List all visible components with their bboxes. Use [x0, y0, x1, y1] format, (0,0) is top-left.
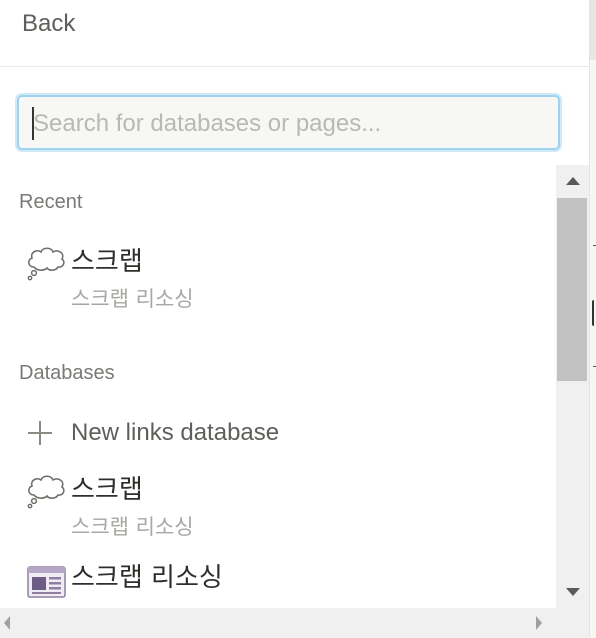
- scroll-right-arrow-icon[interactable]: [536, 616, 542, 630]
- back-button[interactable]: Back: [22, 10, 75, 38]
- scroll-left-arrow-icon[interactable]: [4, 616, 10, 630]
- section-title-databases: Databases: [19, 362, 115, 384]
- results-list: Recent 스크랩 스크랩 리소싱 Databases New links d…: [0, 165, 556, 608]
- item-title: 스크랩 리소싱: [71, 563, 223, 593]
- background-app-edge: [589, 0, 596, 638]
- database-item[interactable]: 스크랩 스크랩 리소싱: [0, 465, 556, 545]
- background-edge-block: [590, 0, 596, 60]
- popup-header: Back: [0, 0, 589, 67]
- recent-item[interactable]: 스크랩 스크랩 리소싱: [0, 237, 556, 317]
- vertical-scrollbar[interactable]: [556, 165, 589, 608]
- item-title: 스크랩: [71, 247, 143, 277]
- new-links-database-button[interactable]: New links database: [0, 413, 556, 453]
- section-title-recent: Recent: [19, 191, 83, 213]
- scroll-up-arrow-icon[interactable]: [566, 177, 580, 185]
- database-item[interactable]: 스크랩 리소싱: [0, 555, 556, 605]
- item-subtitle: 스크랩 리소싱: [71, 287, 194, 311]
- scroll-down-arrow-icon[interactable]: [566, 588, 580, 596]
- plus-icon: [28, 421, 52, 445]
- thought-bubble-icon: [27, 247, 65, 281]
- search-input[interactable]: [31, 104, 550, 144]
- item-subtitle: 스크랩 리소싱: [71, 515, 194, 539]
- search-box[interactable]: [17, 95, 560, 150]
- thought-bubble-icon: [27, 475, 65, 509]
- link-database-popup: Back Recent 스크랩 스크랩 리소싱 Databases New li…: [0, 0, 589, 638]
- newspaper-icon: [27, 566, 66, 598]
- scrollbar-thumb[interactable]: [557, 198, 587, 381]
- item-title: 스크랩: [71, 475, 143, 505]
- new-links-database-label: New links database: [71, 419, 280, 446]
- background-edge-glyph: [592, 300, 596, 326]
- horizontal-scrollbar[interactable]: [0, 608, 589, 638]
